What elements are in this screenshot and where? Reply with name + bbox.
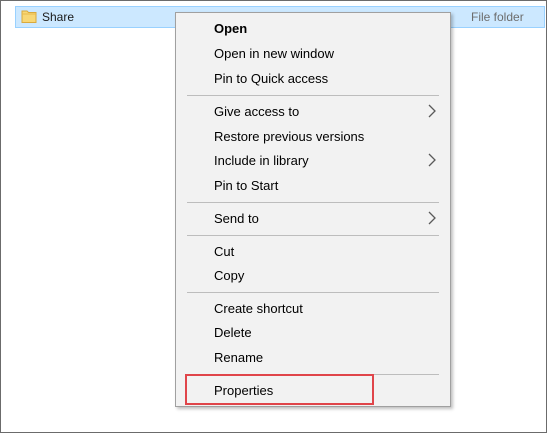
- menu-item-label: Include in library: [214, 153, 309, 168]
- context-menu: Open Open in new window Pin to Quick acc…: [175, 12, 451, 407]
- menu-item-pin-start[interactable]: Pin to Start: [176, 174, 450, 197]
- menu-separator: [187, 235, 439, 236]
- properties-highlight-box: [185, 374, 374, 405]
- menu-item-label: Pin to Quick access: [214, 71, 329, 86]
- menu-item-delete[interactable]: Delete: [176, 321, 450, 344]
- menu-item-rename[interactable]: Rename: [176, 346, 450, 369]
- menu-item-label: Give access to: [214, 104, 300, 119]
- menu-separator: [187, 292, 439, 293]
- menu-item-label: Open: [214, 21, 248, 36]
- menu-item-open[interactable]: Open: [176, 17, 450, 40]
- menu-item-label: Create shortcut: [214, 301, 303, 316]
- menu-separator: [187, 95, 439, 96]
- menu-separator: [187, 202, 439, 203]
- menu-item-label: Delete: [214, 325, 252, 340]
- menu-item-open-new-window[interactable]: Open in new window: [176, 42, 450, 65]
- menu-item-label: Cut: [214, 244, 235, 259]
- folder-icon: [21, 9, 37, 24]
- menu-item-label: Open in new window: [214, 46, 334, 61]
- menu-item-label: Send to: [214, 211, 259, 226]
- chevron-right-icon: [426, 104, 438, 118]
- menu-item-create-shortcut[interactable]: Create shortcut: [176, 297, 450, 320]
- menu-item-send-to[interactable]: Send to: [176, 207, 450, 230]
- menu-item-pin-quick-access[interactable]: Pin to Quick access: [176, 67, 450, 90]
- menu-item-restore-versions[interactable]: Restore previous versions: [176, 125, 450, 148]
- chevron-right-icon: [426, 153, 438, 167]
- menu-item-cut[interactable]: Cut: [176, 240, 450, 263]
- menu-item-label: Copy: [214, 268, 245, 283]
- file-name: Share: [42, 10, 75, 24]
- chevron-right-icon: [426, 211, 438, 225]
- menu-item-include-library[interactable]: Include in library: [176, 149, 450, 172]
- menu-item-give-access[interactable]: Give access to: [176, 100, 450, 123]
- menu-item-copy[interactable]: Copy: [176, 264, 450, 287]
- menu-item-label: Restore previous versions: [214, 129, 365, 144]
- file-type: File folder: [471, 10, 524, 24]
- menu-item-label: Pin to Start: [214, 178, 279, 193]
- menu-item-label: Rename: [214, 350, 264, 365]
